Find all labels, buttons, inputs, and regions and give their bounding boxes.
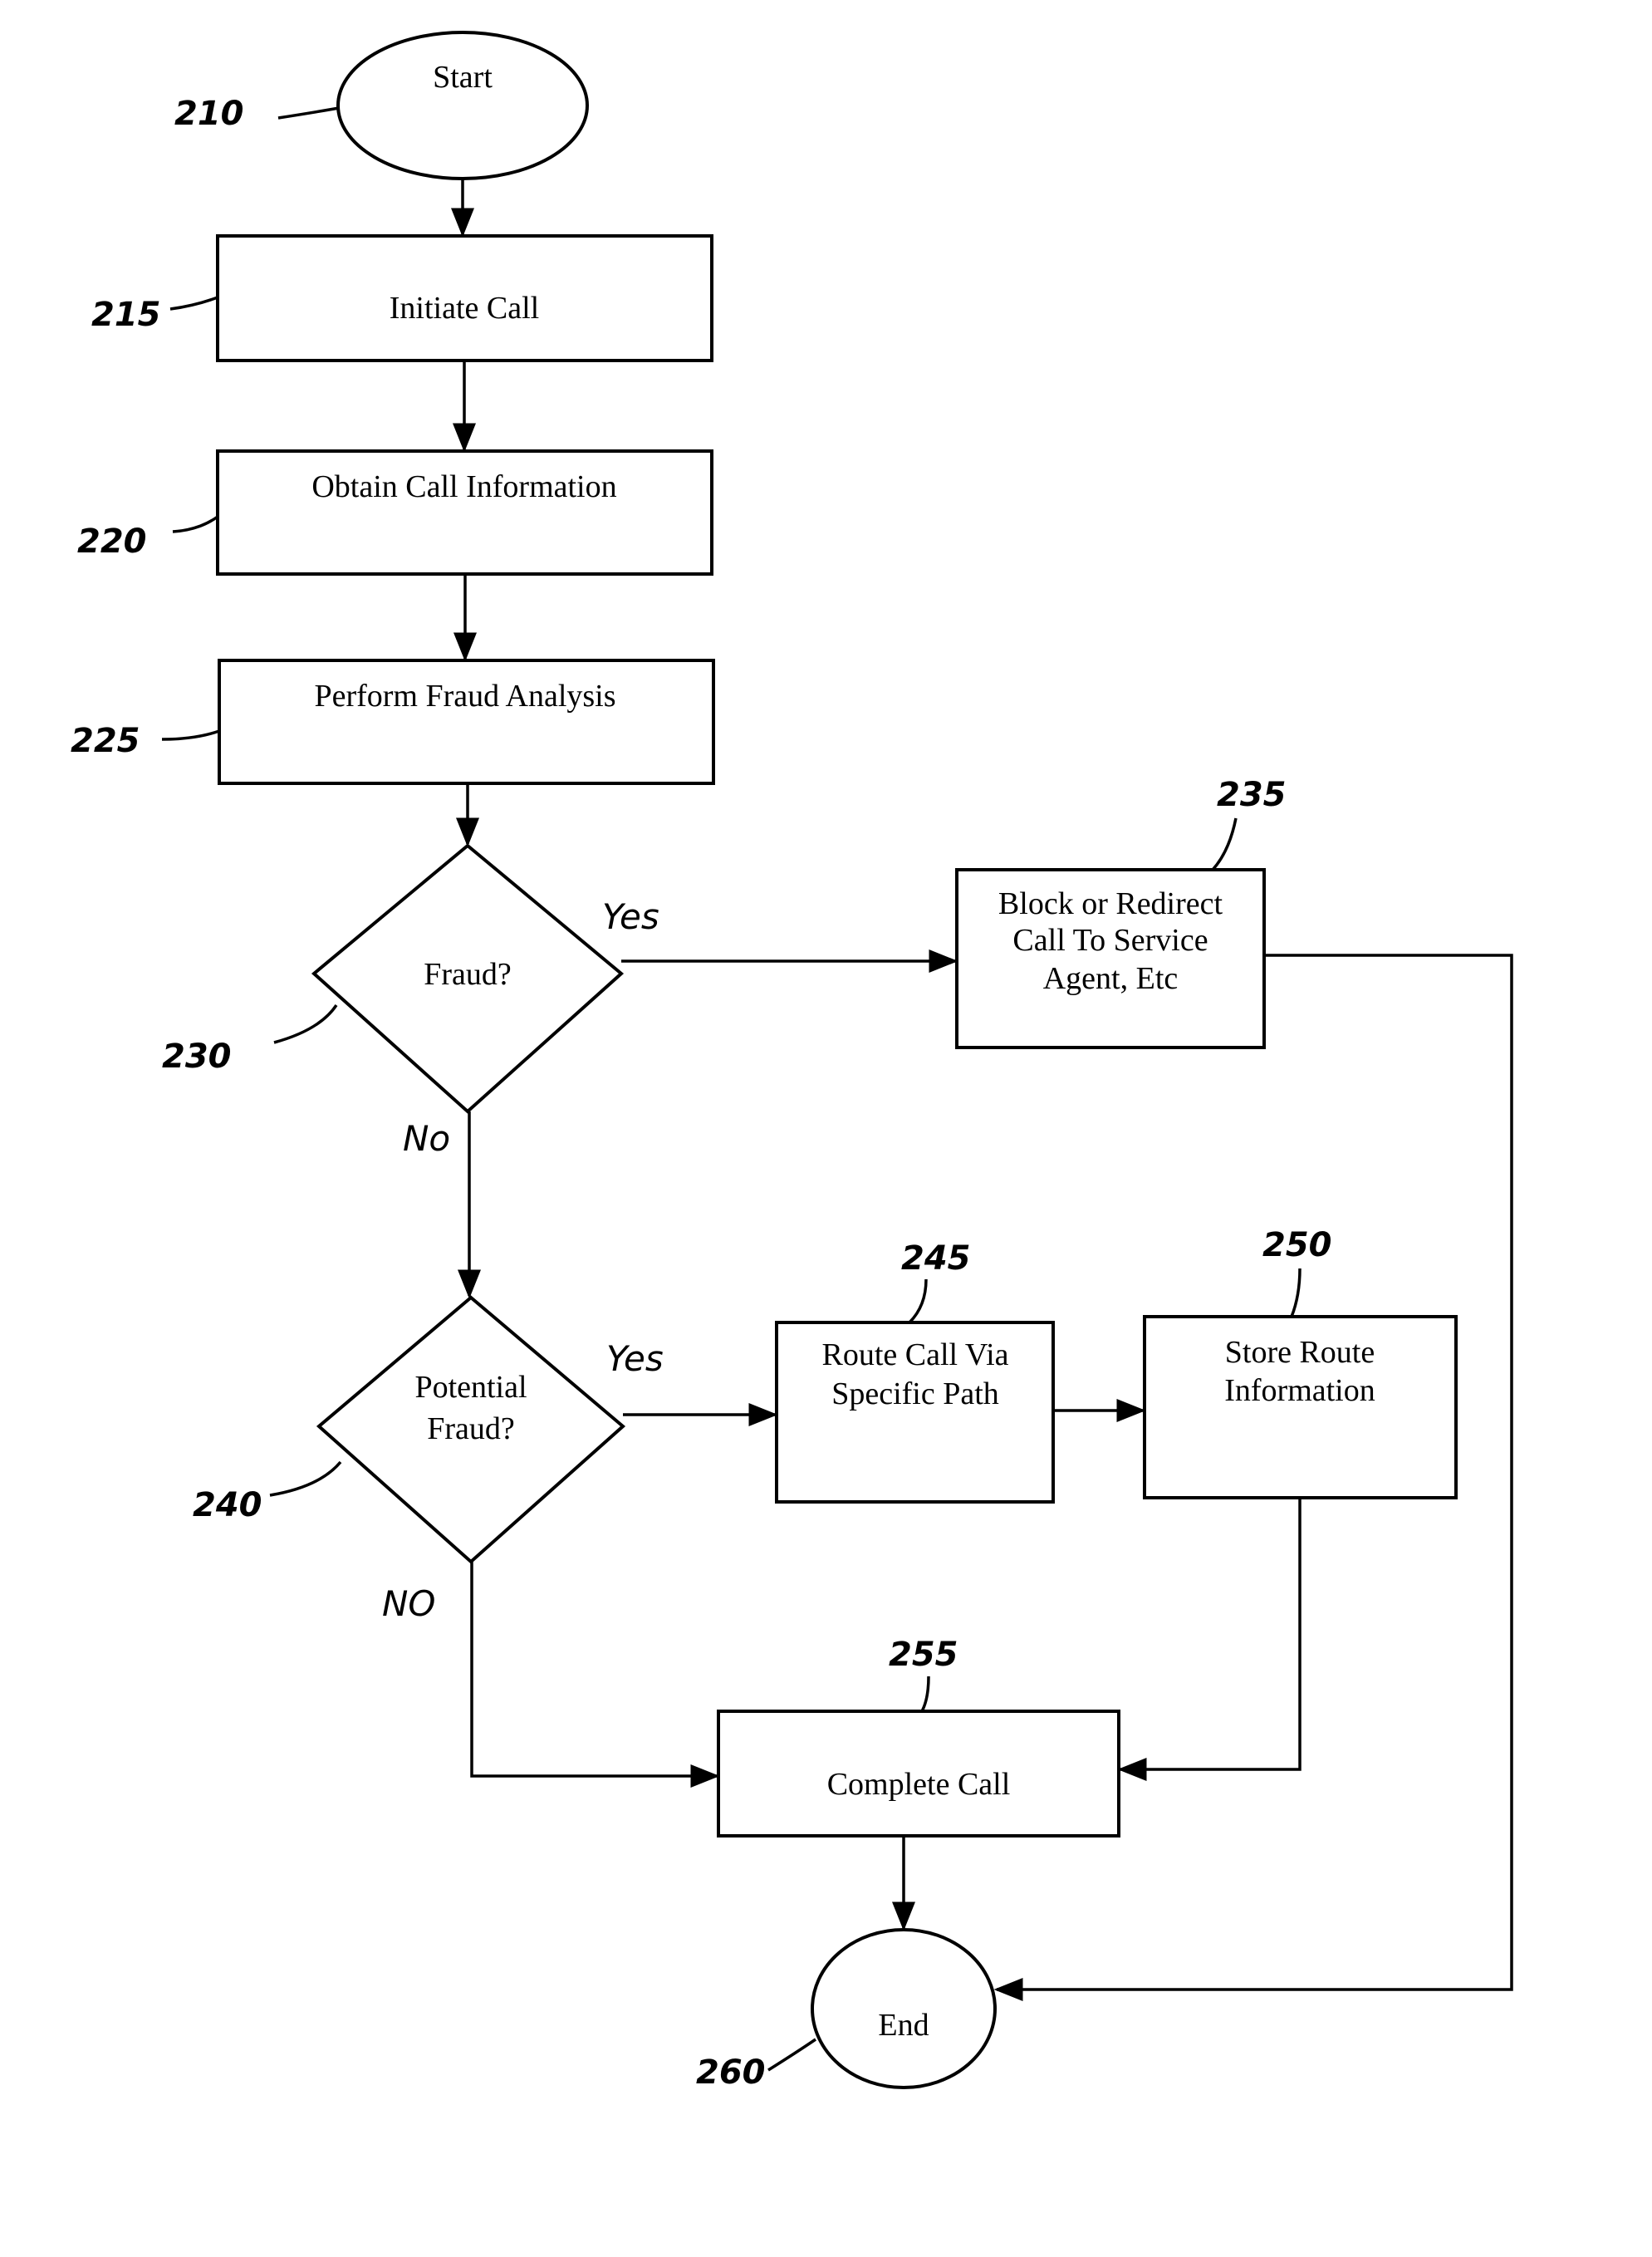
store-route-line-1: Store Route <box>1225 1335 1375 1370</box>
end-label: End <box>878 2008 929 2043</box>
perform-fraud-analysis-label: Perform Fraud Analysis <box>314 679 615 714</box>
ref-230: 230 <box>162 1038 232 1076</box>
leader-250 <box>1290 1268 1302 1317</box>
store-route-box: Store Route Information <box>1143 1315 1458 1499</box>
end-node: End <box>811 1928 997 2089</box>
leader-260 <box>767 2038 816 2072</box>
perform-fraud-analysis-box: Perform Fraud Analysis <box>218 659 715 785</box>
ref-210: 210 <box>174 95 244 133</box>
ref-240: 240 <box>193 1486 262 1524</box>
start-node: Start <box>336 31 589 180</box>
block-redirect-line-2: Call To Service <box>1012 923 1208 958</box>
arrow-potential-no <box>470 1562 720 1788</box>
block-redirect-line-1: Block or Redirect <box>998 886 1223 921</box>
obtain-call-information-label: Obtain Call Information <box>311 469 616 504</box>
ref-255: 255 <box>889 1636 958 1674</box>
leader-215 <box>169 296 218 311</box>
leader-240 <box>269 1460 342 1497</box>
potential-fraud-line-1: Potential <box>414 1370 527 1405</box>
ref-215: 215 <box>91 296 161 334</box>
route-call-line-1: Route Call Via <box>822 1337 1009 1372</box>
initiate-call-label: Initiate Call <box>390 291 539 326</box>
store-route-line-2: Information <box>1224 1373 1375 1408</box>
potential-fraud-line-2: Fraud? <box>427 1411 515 1446</box>
leader-210 <box>277 106 340 120</box>
leader-220 <box>172 515 219 533</box>
block-redirect-box: Block or Redirect Call To Service Agent,… <box>955 868 1266 1049</box>
arrow-store-to-complete <box>1117 1498 1302 1781</box>
route-call-box: Route Call Via Specific Path <box>775 1321 1055 1504</box>
fraud-no-label: No <box>403 1118 450 1159</box>
ref-260: 260 <box>696 2053 766 2092</box>
leader-225 <box>161 729 220 741</box>
leader-235 <box>1211 817 1238 871</box>
leader-230 <box>273 1004 338 1044</box>
complete-call-label: Complete Call <box>827 1767 1011 1802</box>
block-redirect-line-3: Agent, Etc <box>1043 961 1179 996</box>
fraud-yes-label: Yes <box>602 896 659 937</box>
complete-call-box: Complete Call <box>717 1710 1120 1837</box>
fraud-decision: Fraud? <box>311 843 625 1114</box>
obtain-call-information-box: Obtain Call Information <box>216 449 713 576</box>
start-label: Start <box>433 60 493 95</box>
ref-245: 245 <box>901 1239 971 1278</box>
potential-no-label: NO <box>382 1583 435 1624</box>
potential-fraud-decision: Potential Fraud? <box>316 1295 626 1564</box>
potential-yes-label: Yes <box>606 1338 664 1379</box>
flowchart: Start 210 Initiate Call 215 Obtain Call … <box>71 31 1513 2092</box>
leader-255 <box>920 1676 930 1712</box>
initiate-call-box: Initiate Call <box>216 234 713 362</box>
ref-225: 225 <box>71 722 140 760</box>
ref-235: 235 <box>1217 776 1287 814</box>
ref-250: 250 <box>1262 1226 1332 1264</box>
leader-245 <box>908 1278 928 1324</box>
fraud-decision-label: Fraud? <box>424 957 512 992</box>
ref-220: 220 <box>77 523 147 561</box>
route-call-line-2: Specific Path <box>831 1376 999 1411</box>
